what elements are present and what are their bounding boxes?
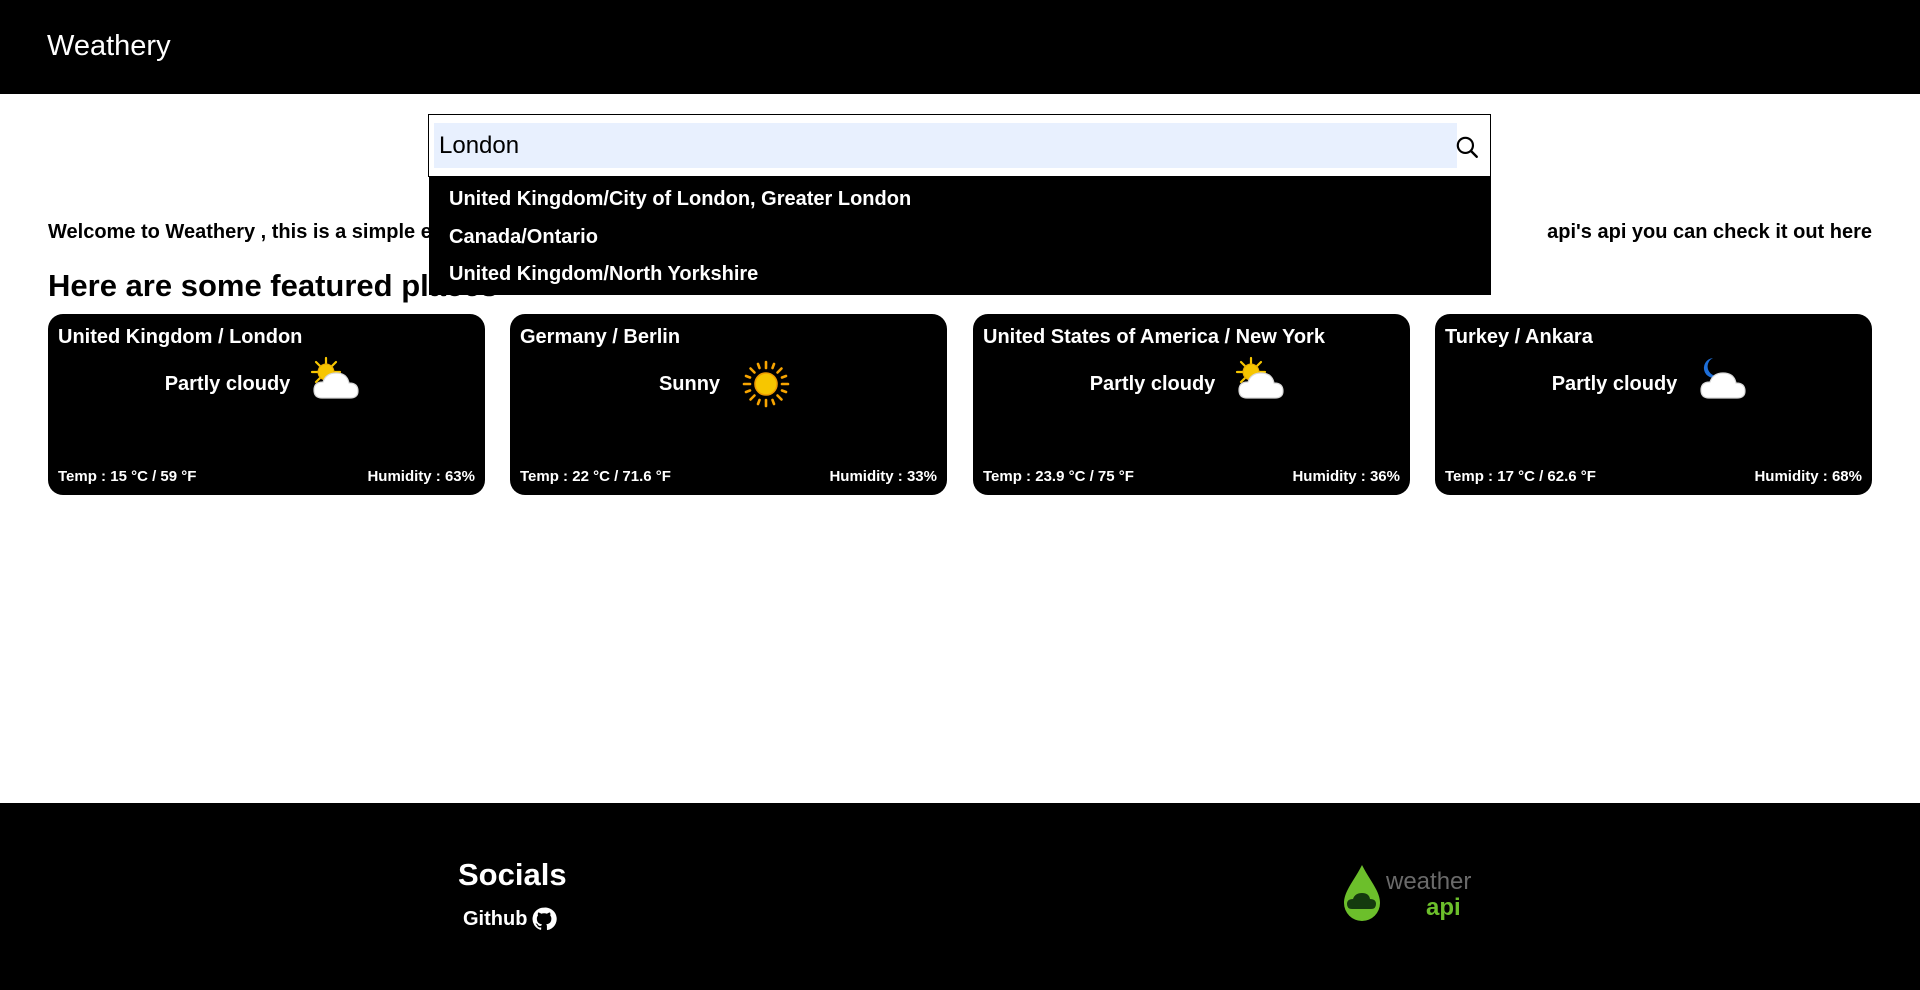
github-icon	[532, 907, 558, 931]
github-link[interactable]: Github	[463, 906, 558, 932]
logo-text-api: api	[1426, 894, 1461, 921]
search-suggestions: United Kingdom/City of London, Greater L…	[429, 176, 1491, 295]
partly-cloudy-day-icon	[1236, 356, 1284, 399]
weatherapi-logo[interactable]: weather api	[1340, 859, 1480, 929]
condition-text: Partly cloudy	[1551, 372, 1678, 395]
suggestion-item[interactable]: Canada/Ontario	[429, 219, 1491, 257]
partly-cloudy-day-icon	[311, 356, 359, 399]
search-input[interactable]	[434, 123, 1457, 168]
card-location: United Kingdom / London	[58, 326, 303, 348]
condition-text: Partly cloudy	[1089, 372, 1216, 395]
suggestion-item[interactable]: United Kingdom/North Yorkshire	[429, 256, 1491, 294]
card-location: Turkey / Ankara	[1445, 326, 1593, 348]
suggestion-item[interactable]: United Kingdom/City of London, Greater L…	[429, 181, 1491, 219]
card-temperature: Temp : 15 °C / 59 °F	[58, 468, 197, 485]
card-condition: Partly cloudy	[973, 354, 1410, 414]
card-location: United States of America / New York	[983, 326, 1325, 348]
search-icon[interactable]	[1454, 134, 1480, 160]
github-label: Github	[463, 907, 528, 930]
partly-cloudy-night-icon	[1700, 358, 1746, 399]
site-header: Weathery	[0, 0, 1920, 94]
card-temperature: Temp : 23.9 °C / 75 °F	[983, 468, 1134, 485]
card-temperature: Temp : 17 °C / 62.6 °F	[1445, 468, 1596, 485]
card-humidity: Humidity : 33%	[829, 468, 937, 485]
condition-text: Sunny	[658, 372, 721, 395]
card-humidity: Humidity : 63%	[367, 468, 475, 485]
brand-title[interactable]: Weathery	[47, 30, 171, 63]
weather-card[interactable]: Germany / Berlin Sunny Temp : 22 °C / 71…	[510, 314, 947, 495]
card-temperature: Temp : 22 °C / 71.6 °F	[520, 468, 671, 485]
weather-card[interactable]: United Kingdom / London Partly cloudy Te…	[48, 314, 485, 495]
site-footer: Socials Github weather api	[0, 803, 1920, 990]
welcome-text-end[interactable]: api's api you can check it out here	[1547, 221, 1872, 244]
card-condition: Partly cloudy	[48, 354, 485, 414]
weather-card[interactable]: Turkey / Ankara Partly cloudy Temp : 17 …	[1435, 314, 1872, 495]
card-humidity: Humidity : 68%	[1754, 468, 1862, 485]
card-condition: Partly cloudy	[1435, 354, 1872, 414]
logo-text-weather: weather	[1385, 868, 1471, 895]
sunny-icon	[742, 360, 790, 408]
search-box	[428, 114, 1491, 177]
welcome-text-start: Welcome to Weathery , this is a simple e…	[48, 221, 438, 243]
card-location: Germany / Berlin	[520, 326, 681, 348]
socials-heading: Socials	[458, 857, 567, 892]
weather-card[interactable]: United States of America / New York Part…	[973, 314, 1410, 495]
card-humidity: Humidity : 36%	[1292, 468, 1400, 485]
featured-cards: United Kingdom / London Partly cloudy Te…	[48, 314, 1872, 495]
card-condition: Sunny	[510, 354, 947, 414]
condition-text: Partly cloudy	[164, 372, 291, 395]
